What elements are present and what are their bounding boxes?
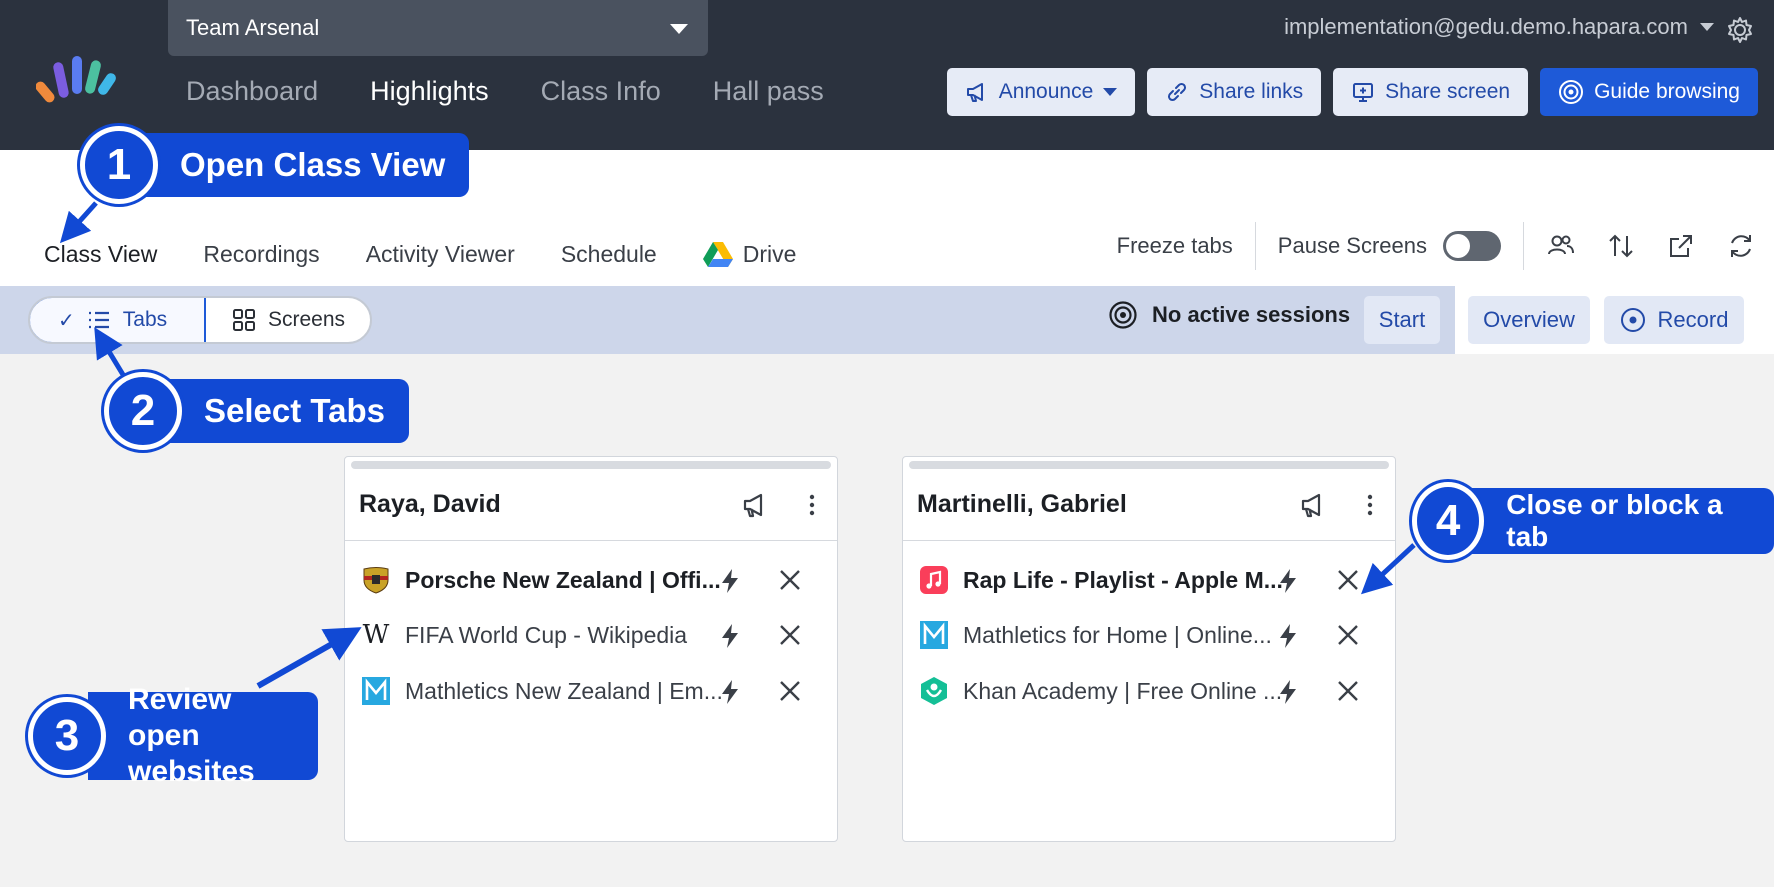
step-label: Select Tabs <box>164 379 409 443</box>
callout-step-4: 4 Close or block a tab <box>1412 482 1774 560</box>
arrow-to-close-tab <box>1361 543 1416 595</box>
callout-step-2: 2 Select Tabs <box>104 372 409 450</box>
step-label: Open Class View <box>140 133 470 197</box>
arrow-to-websites <box>256 627 362 689</box>
step-number-badge: 1 <box>80 126 158 204</box>
step-number-badge: 3 <box>28 697 106 775</box>
step-number-badge: 4 <box>1412 482 1485 560</box>
arrow-to-class-view <box>59 201 98 244</box>
step-number-badge: 2 <box>104 372 182 450</box>
callout-step-3: 3 Review open websites <box>28 683 318 788</box>
step-label: Close or block a tab <box>1466 488 1774 554</box>
callout-step-1: 1 Open Class View <box>80 126 470 204</box>
step-label: Review open websites <box>88 683 318 788</box>
